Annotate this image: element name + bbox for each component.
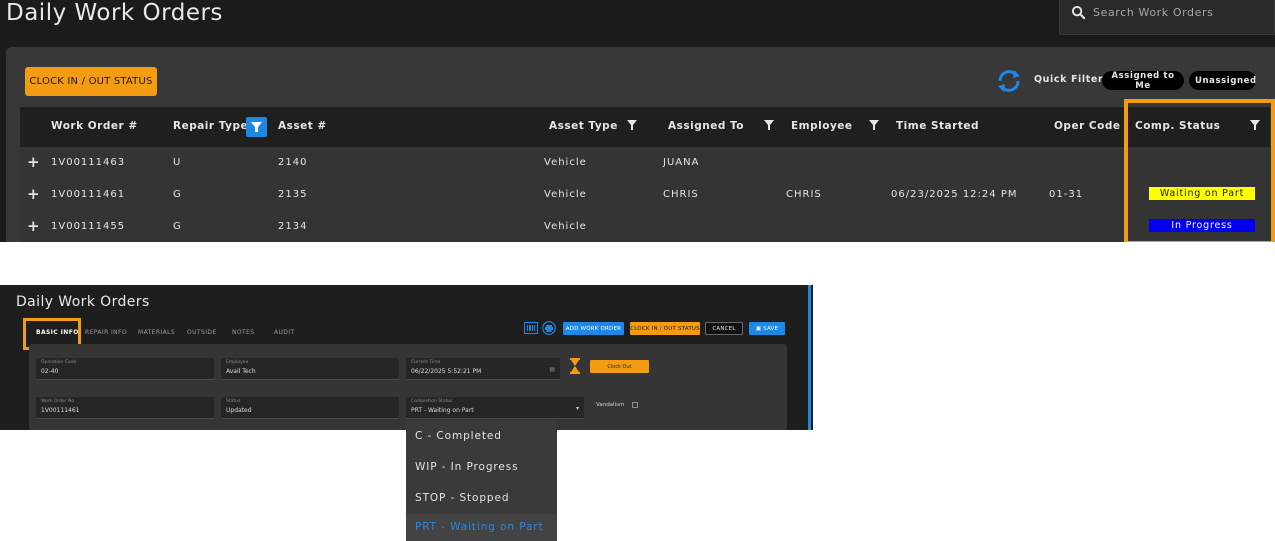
dropdown-caret-icon[interactable]: ▾: [576, 405, 579, 412]
field-label: Work Order No: [41, 399, 75, 404]
cell-asset-type: Vehicle: [544, 157, 587, 168]
column-header-repair-type[interactable]: Repair Type: [173, 120, 248, 132]
employee-field[interactable]: Employee Avail Tech: [221, 358, 399, 380]
page-title: Daily Work Orders: [16, 294, 150, 310]
completion-status-dropdown: C - Completed WIP - In Progress STOP - S…: [406, 421, 557, 541]
expand-row-icon[interactable]: +: [27, 185, 40, 203]
expand-row-icon[interactable]: +: [27, 217, 40, 235]
assigned-to-filter-icon[interactable]: [764, 119, 774, 131]
comp-status-highlight-box: [1124, 99, 1275, 242]
cell-work-order: 1V00111455: [51, 221, 126, 232]
cell-asset-type: Vehicle: [544, 189, 587, 200]
tab-notes[interactable]: NOTES: [232, 329, 254, 336]
print-icon[interactable]: [542, 321, 556, 335]
status-field[interactable]: Status Updated: [221, 397, 399, 419]
cell-repair-type: G: [173, 189, 182, 200]
field-value: Updated: [226, 407, 252, 414]
cell-repair-type: U: [173, 157, 182, 168]
work-order-detail-screen: Daily Work Orders BASIC INFO REPAIR INFO…: [0, 285, 813, 430]
field-label: Completion Status: [411, 399, 453, 404]
cell-assigned-to: CHRIS: [663, 189, 699, 200]
search-icon: [1071, 5, 1086, 20]
column-header-work-order[interactable]: Work Order #: [51, 120, 138, 132]
asset-type-filter-icon[interactable]: [627, 119, 637, 131]
column-header-asset-type[interactable]: Asset Type: [549, 120, 618, 132]
save-button[interactable]: ▣ SAVE: [749, 322, 785, 335]
dropdown-option-in-progress[interactable]: WIP - In Progress: [406, 452, 557, 482]
quick-filter-label: Quick Filter:: [1034, 74, 1108, 85]
dropdown-option-waiting-on-part[interactable]: PRT - Waiting on Part: [406, 514, 557, 541]
calendar-icon[interactable]: ▤: [549, 366, 555, 373]
cell-asset: 2134: [278, 221, 308, 232]
table-row[interactable]: + 1V00111455 G 2134 Vehicle In Progress: [20, 211, 1270, 242]
cell-asset: 2135: [278, 189, 308, 200]
clock-in-out-button[interactable]: CLOCK IN / OUT STATUS: [25, 67, 157, 96]
cell-assigned-to: JUANA: [663, 157, 700, 168]
work-orders-grid: Work Order # Repair Type Asset # Asset T…: [20, 107, 1270, 242]
barcode-icon[interactable]: [524, 322, 538, 334]
filter-icon: [251, 122, 262, 132]
column-header-assigned-to[interactable]: Assigned To: [668, 120, 744, 132]
add-work-order-button[interactable]: ADD WORK ORDER: [563, 322, 624, 335]
completion-status-select[interactable]: Completion Status PRT - Waiting on Part …: [406, 397, 584, 419]
cell-oper-code: 01-31: [1049, 189, 1084, 200]
field-label: Current Time: [411, 360, 441, 365]
search-input[interactable]: [1093, 3, 1269, 21]
cell-repair-type: G: [173, 221, 182, 232]
employee-filter-icon[interactable]: [869, 119, 879, 131]
quick-filter-assigned-to-me[interactable]: Assigned to Me: [1102, 71, 1184, 91]
column-header-employee[interactable]: Employee: [791, 120, 853, 132]
work-order-no-field[interactable]: Work Order No 1V00111461: [36, 397, 214, 419]
column-header-oper-code[interactable]: Oper Code: [1054, 120, 1120, 132]
cancel-button[interactable]: CANCEL: [705, 322, 743, 335]
cell-employee: CHRIS: [786, 189, 822, 200]
refresh-icon[interactable]: [995, 67, 1023, 95]
cell-time-started: 06/23/2025 12:24 PM: [891, 189, 1018, 200]
cell-work-order: 1V00111463: [51, 157, 126, 168]
cell-asset: 2140: [278, 157, 308, 168]
field-value: 06/22/2025 5:52:21 PM: [411, 368, 482, 375]
field-value: 1V00111461: [41, 407, 80, 414]
tab-outside[interactable]: OUTSIDE: [187, 329, 217, 336]
field-value: PRT - Waiting on Part: [411, 407, 474, 414]
search-box[interactable]: [1059, 0, 1275, 35]
tab-audit[interactable]: AUDIT: [274, 329, 295, 336]
save-button-label: SAVE: [763, 325, 779, 332]
vandalism-checkbox[interactable]: [632, 402, 638, 408]
field-value: Avail Tech: [226, 368, 256, 375]
hourglass-icon: [570, 358, 580, 374]
current-time-field[interactable]: Current Time 06/22/2025 5:52:21 PM ▤: [406, 358, 560, 380]
tab-repair-info[interactable]: REPAIR INFO: [85, 329, 127, 336]
column-header-time-started[interactable]: Time Started: [896, 120, 979, 132]
dropdown-option-completed[interactable]: C - Completed: [406, 421, 557, 451]
table-row[interactable]: + 1V00111463 U 2140 Vehicle JUANA: [20, 147, 1270, 179]
repair-type-filter-button[interactable]: [246, 117, 267, 137]
quick-filter-unassigned[interactable]: Unassigned: [1189, 71, 1256, 90]
work-orders-list-screen: Daily Work Orders CLOCK IN / OUT STATUS …: [0, 0, 1275, 242]
scroll-edge: [808, 285, 811, 430]
field-value: 02-40: [41, 368, 59, 375]
cell-work-order: 1V00111461: [51, 189, 126, 200]
cell-asset-type: Vehicle: [544, 221, 587, 232]
field-label: Status: [226, 399, 241, 404]
operation-code-field[interactable]: Operation Code 02-40: [36, 358, 214, 380]
field-label: Operation Code: [41, 360, 77, 365]
dropdown-option-stopped[interactable]: STOP - Stopped: [406, 483, 557, 513]
clock-in-out-button[interactable]: CLOCK IN / OUT STATUS: [630, 322, 700, 335]
grid-header: Work Order # Repair Type Asset # Asset T…: [20, 107, 1270, 147]
field-label: Employee: [226, 360, 249, 365]
table-row[interactable]: + 1V00111461 G 2135 Vehicle CHRIS CHRIS …: [20, 179, 1270, 211]
clock-out-button[interactable]: Clock Out: [590, 360, 649, 373]
page-title: Daily Work Orders: [6, 0, 223, 26]
expand-row-icon[interactable]: +: [27, 153, 40, 171]
tab-materials[interactable]: MATERIALS: [138, 329, 175, 336]
vandalism-label: Vandalism: [596, 402, 625, 408]
column-header-asset[interactable]: Asset #: [278, 120, 327, 132]
